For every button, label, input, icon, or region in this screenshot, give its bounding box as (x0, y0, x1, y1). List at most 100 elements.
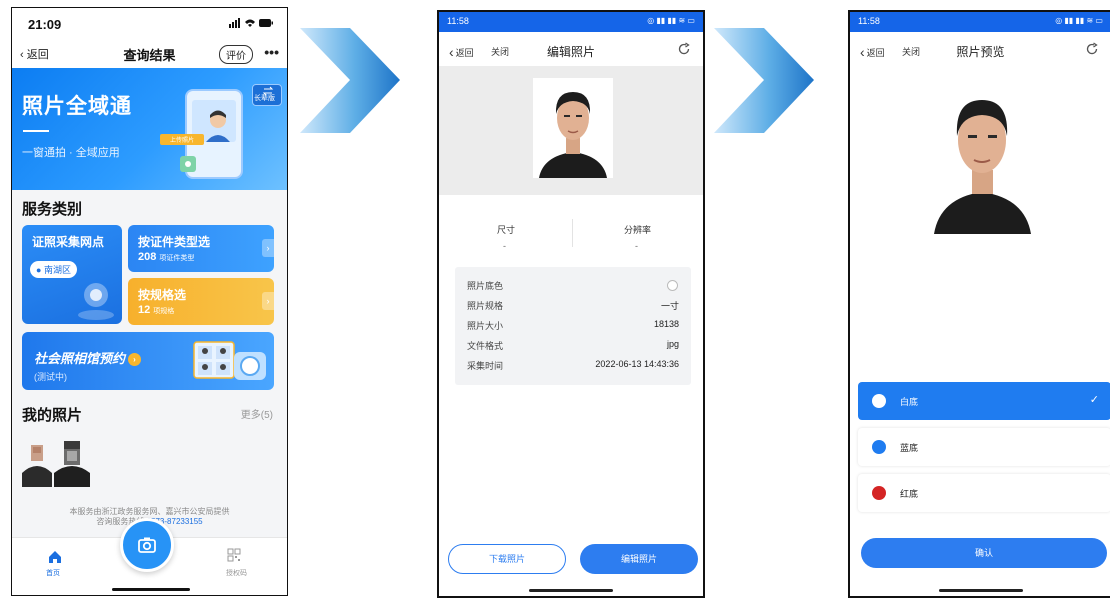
bg-option-label: 白底 (900, 397, 919, 407)
red-dot-icon (872, 486, 886, 500)
detail-row-time: 采集时间 2022-06-13 14:43:36 (467, 359, 679, 373)
detail-label: 照片底色 (467, 281, 504, 291)
photo-info-panel: 尺寸 - 分辨率 - 照片底色 照片规格 一寸 照片大小 18138 文件格式 jpg… (439, 195, 703, 596)
detail-value: 一寸 (660, 301, 679, 311)
arrow-right-icon (714, 28, 814, 133)
collection-point-title: 证照采集网点 (32, 235, 105, 249)
tab-code-label[interactable]: 授权码 (226, 568, 247, 578)
elder-mode-label: 长辈版 (254, 95, 275, 102)
photo-thumbnail[interactable] (54, 439, 90, 487)
size-label: 尺寸 (497, 225, 516, 235)
download-photo-button[interactable]: 下载照片 (448, 544, 566, 574)
photo-details: 照片底色 照片规格 一寸 照片大小 18138 文件格式 jpg 采集时间 2022-0… (455, 267, 691, 385)
by-spec-card[interactable]: 按规格选 12 项规格 › (128, 278, 274, 325)
home-indicator (529, 589, 613, 592)
top-nav: ‹ 返回 查询结果 评价 ••• (12, 38, 287, 68)
photo-preview-area (439, 66, 703, 195)
status-time: 21:09 (28, 17, 62, 32)
phone-screen-photo-preview: 11:58 ◎ ▮▮ ▮▮ ≋ ▭ ‹返回 关闭 照片预览 白底 ✓ 蓝底 红 (848, 10, 1110, 598)
arrow-right-icon (300, 28, 400, 133)
home-indicator (112, 588, 190, 591)
chevron-right-icon: › (262, 239, 274, 257)
confirm-button[interactable]: 确认 (861, 538, 1107, 568)
detail-row-spec: 照片规格 一寸 (467, 299, 679, 313)
detail-value: jpg (666, 339, 679, 349)
camera-icon (138, 537, 156, 553)
bg-option-blue[interactable]: 蓝底 (858, 428, 1110, 466)
spec-count: 12 项规格 (138, 304, 174, 316)
bg-option-white[interactable]: 白底 ✓ (858, 382, 1110, 420)
upload-photo-label: 上传照片 (170, 136, 194, 144)
more-menu-button[interactable]: ••• (264, 44, 279, 60)
camera-button[interactable] (120, 518, 174, 572)
id-photo (926, 80, 1039, 234)
detail-label: 照片大小 (467, 321, 504, 331)
edit-photo-button[interactable]: 编辑照片 (580, 544, 698, 574)
tab-home-label[interactable]: 首页 (46, 568, 60, 578)
banner-subtitle: 一窗通拍 · 全域应用 (22, 147, 120, 159)
location-pill[interactable]: ● 南湖区 (30, 261, 77, 278)
doc-type-count: 208 项证件类型 (138, 251, 194, 263)
detail-label: 照片规格 (467, 301, 504, 311)
column-divider (572, 219, 573, 247)
preview-body (850, 66, 1110, 596)
map-pin-illustration-icon (78, 283, 114, 320)
phone-illustration-icon: 上传照片 (160, 89, 243, 179)
refresh-icon[interactable] (677, 42, 691, 56)
size-value: - (503, 241, 506, 251)
chevron-right-icon: › (262, 292, 274, 310)
detail-label: 采集时间 (467, 361, 504, 371)
collection-point-card[interactable]: 证照采集网点 ● 南湖区 (22, 225, 122, 324)
detail-value: 18138 (653, 319, 679, 329)
bg-color-swatch (667, 280, 678, 291)
banner-title: 照片全域通 (22, 95, 132, 118)
resolution-label: 分辨率 (624, 225, 652, 235)
status-bar: 11:58 ◎ ▮▮ ▮▮ ≋ ▭ (850, 12, 1110, 32)
spec-number: 12 (138, 304, 151, 316)
signal-wifi-battery-icon: ◎ ▮▮ ▮▮ ≋ ▭ (647, 16, 695, 25)
home-indicator (938, 589, 1023, 592)
bg-option-red[interactable]: 红底 (858, 474, 1110, 512)
by-doc-type-title: 按证件类型选 (138, 235, 211, 249)
camera-frames-illustration-icon (193, 341, 266, 380)
id-photo[interactable] (533, 78, 613, 178)
go-arrow-icon: › (128, 353, 142, 366)
detail-value: 2022-06-13 14:43:36 (595, 359, 679, 369)
by-spec-title: 按规格选 (138, 288, 187, 302)
more-photos-link[interactable]: 更多(5) (241, 406, 273, 421)
status-time: 11:58 (447, 16, 469, 26)
detail-label: 文件格式 (467, 341, 504, 351)
doc-type-number: 208 (138, 251, 157, 263)
page-title: 编辑照片 (546, 45, 595, 59)
resolution-value: - (635, 241, 638, 251)
studio-booking-subtitle: (测试中) (34, 372, 67, 382)
detail-row-size: 照片大小 18138 (467, 319, 679, 333)
elder-mode-button[interactable]: 长辈版 (252, 84, 282, 106)
page-title: 照片预览 (956, 45, 1005, 59)
studio-title-text: 社会照相馆预约 (34, 351, 126, 366)
photo-thumbnail[interactable] (22, 439, 52, 487)
location-label: 南湖区 (43, 265, 71, 275)
service-category-heading: 服务类别 (22, 201, 83, 218)
by-doc-type-card[interactable]: 按证件类型选 208 项证件类型 › (128, 225, 274, 272)
status-bar: 11:58 ◎ ▮▮ ▮▮ ≋ ▭ (439, 12, 703, 32)
top-nav: ‹ 返回 关闭 照片预览 (850, 32, 1110, 66)
qr-code-icon[interactable] (227, 548, 241, 562)
bg-option-label: 红底 (900, 489, 919, 499)
detail-row-format: 文件格式 jpg (467, 339, 679, 353)
studio-booking-title: 社会照相馆预约 › (34, 348, 142, 367)
check-icon: ✓ (1089, 394, 1099, 406)
signal-wifi-battery-icon (229, 18, 273, 31)
top-nav: ‹ 返回 关闭 编辑照片 (439, 32, 703, 66)
rate-button[interactable]: 评价 (219, 45, 253, 64)
blue-dot-icon (872, 440, 886, 454)
status-time: 11:58 (858, 16, 880, 26)
white-dot-icon (872, 394, 886, 408)
studio-booking-card[interactable]: 社会照相馆预约 › (测试中) (22, 332, 274, 390)
spec-unit: 项规格 (153, 308, 175, 315)
home-icon[interactable] (48, 550, 62, 564)
refresh-icon[interactable] (1085, 42, 1099, 56)
promo-banner[interactable]: 照片全域通 一窗通拍 · 全域应用 上传照片 长辈版 (12, 68, 287, 190)
location-pin-icon: ● (36, 265, 42, 275)
status-bar: 21:09 (12, 8, 287, 38)
